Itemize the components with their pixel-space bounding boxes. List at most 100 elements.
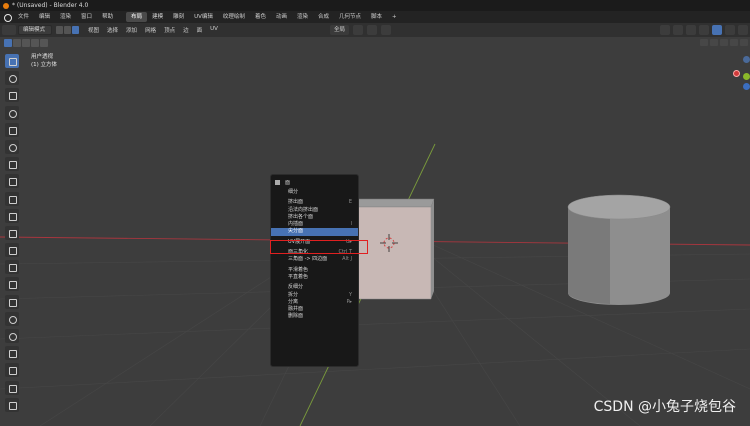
menu-file[interactable]: 文件 <box>13 11 34 23</box>
menu-item-subdivide[interactable]: 细分 <box>271 189 358 196</box>
menu-view[interactable]: 视图 <box>84 26 103 34</box>
gizmo-neg-z-icon[interactable] <box>743 83 750 90</box>
menu-vertex[interactable]: 顶点 <box>160 26 179 34</box>
title-bar: * (Unsaved) - Blender 4.0 <box>0 0 750 11</box>
smooth-tool-icon[interactable] <box>5 329 19 343</box>
rip-tool-icon[interactable] <box>5 397 19 412</box>
menu-add[interactable]: 添加 <box>122 26 141 34</box>
menu-item-shade-flat[interactable]: 平直着色 <box>271 274 358 281</box>
knife-tool-icon[interactable] <box>5 277 19 292</box>
select-box-tool-icon[interactable] <box>5 54 19 68</box>
editor-type-button[interactable] <box>2 25 16 35</box>
rotate-tool-icon[interactable] <box>5 105 19 120</box>
inset-tool-icon[interactable] <box>5 225 19 240</box>
gizmo-icon[interactable] <box>673 25 683 35</box>
blender-logo-icon <box>3 3 9 9</box>
cursor-tool-icon[interactable] <box>5 71 19 86</box>
solid-shading-icon[interactable] <box>712 25 722 35</box>
transform-tool-icon[interactable] <box>5 139 19 154</box>
snap-icon[interactable] <box>367 25 378 35</box>
menu-window[interactable]: 窗口 <box>76 11 97 23</box>
menu-item-extrude-along-normals[interactable]: 沿法向挤出面 <box>271 207 358 214</box>
gizmo-x-icon[interactable] <box>733 70 740 77</box>
tab-shading[interactable]: 着色 <box>250 12 271 22</box>
options-icon-2[interactable] <box>740 39 748 46</box>
menu-face[interactable]: 面 <box>193 26 207 34</box>
menu-item-split[interactable]: 拆分 Y <box>271 292 358 299</box>
edge-slide-tool-icon[interactable] <box>5 346 19 361</box>
menu-item-un-subdivide[interactable]: 反细分 <box>271 284 358 291</box>
tab-animation[interactable]: 动画 <box>271 12 292 22</box>
edge-select-icon[interactable] <box>64 26 72 34</box>
menu-mesh[interactable]: 网格 <box>141 26 160 34</box>
scale-tool-icon[interactable] <box>5 122 19 137</box>
poly-build-tool-icon[interactable] <box>5 294 19 309</box>
shrink-fatten-tool-icon[interactable] <box>5 363 19 378</box>
menu-render[interactable]: 渲染 <box>55 11 76 23</box>
select-intersect-icon[interactable] <box>40 39 48 47</box>
menu-item-shade-smooth[interactable]: 平滑着色 <box>271 267 358 274</box>
window-title: * (Unsaved) - Blender 4.0 <box>12 2 89 9</box>
mode-dropdown[interactable]: 编辑模式 <box>18 25 53 35</box>
shear-tool-icon[interactable] <box>5 380 19 395</box>
spin-tool-icon[interactable] <box>5 311 19 326</box>
navigation-gizmo[interactable] <box>730 50 750 96</box>
proportional-edit-icon[interactable] <box>381 25 392 35</box>
bevel-tool-icon[interactable] <box>5 243 19 258</box>
gizmo-y-icon[interactable] <box>743 56 750 63</box>
select-new-icon[interactable] <box>4 39 12 47</box>
menu-item-inset-faces[interactable]: 内插面 I <box>271 221 358 228</box>
mirror-z-icon[interactable] <box>720 39 728 46</box>
annotate-tool-icon[interactable] <box>5 157 19 172</box>
cylinder-object[interactable] <box>567 194 671 305</box>
gizmo-z-icon[interactable] <box>743 73 750 80</box>
xray-icon[interactable] <box>699 25 709 35</box>
material-shading-icon[interactable] <box>725 25 735 35</box>
select-subtract-icon[interactable] <box>22 39 30 47</box>
menu-uv[interactable]: UV <box>206 26 222 34</box>
tab-sculpting[interactable]: 雕刻 <box>168 12 189 22</box>
tab-layout[interactable]: 布局 <box>126 12 148 22</box>
move-tool-icon[interactable] <box>5 88 19 103</box>
tab-scripting[interactable]: 脚本 <box>366 12 387 22</box>
extrude-tool-icon[interactable] <box>5 208 19 223</box>
face-select-icon[interactable] <box>72 26 80 34</box>
menu-item-poke-faces[interactable]: 尖分面 <box>271 228 358 236</box>
viewport-info: 用户透视 (1) 立方体 <box>31 53 57 69</box>
add-workspace-button[interactable]: + <box>387 14 402 20</box>
overlay-icon[interactable] <box>686 25 696 35</box>
tab-texture-paint[interactable]: 纹理绘制 <box>218 12 250 22</box>
face-context-menu: 面 细分 挤出面 E 沿法向挤出面 挤出各个面 内插面 I 尖分面 UV展开面 U▸ … <box>270 174 359 367</box>
menu-help[interactable]: 帮助 <box>97 11 118 23</box>
select-extend-icon[interactable] <box>13 39 21 47</box>
menu-item-dissolve-faces[interactable]: 融并面 <box>271 306 358 313</box>
rendered-shading-icon[interactable] <box>738 25 748 35</box>
add-cube-tool-icon[interactable] <box>5 191 19 206</box>
mode-label: 编辑模式 <box>23 27 46 33</box>
tab-uv-editing[interactable]: UV编辑 <box>189 12 218 22</box>
vertex-select-icon[interactable] <box>56 26 64 34</box>
mirror-x-icon[interactable] <box>700 39 708 46</box>
mirror-y-icon[interactable] <box>710 39 718 46</box>
menu-item-delete-faces[interactable]: 删除面 <box>271 313 358 320</box>
menu-edit[interactable]: 编辑 <box>34 11 55 23</box>
tab-compositing[interactable]: 合成 <box>313 12 334 22</box>
menu-item-extrude-individual[interactable]: 挤出各个面 <box>271 214 358 221</box>
select-invert-icon[interactable] <box>31 39 39 47</box>
transform-orientation-dropdown[interactable]: 全局 <box>330 25 350 35</box>
loop-cut-tool-icon[interactable] <box>5 260 19 275</box>
blender-menu-icon[interactable] <box>0 11 13 23</box>
menu-edge[interactable]: 边 <box>179 26 193 34</box>
pivot-icon[interactable] <box>353 25 364 35</box>
menu-item-separate[interactable]: 分离 P▸ <box>271 299 358 306</box>
visibility-icon[interactable] <box>660 25 670 35</box>
menu-select[interactable]: 选择 <box>103 26 122 34</box>
menu-item-extrude-faces[interactable]: 挤出面 E <box>271 199 358 206</box>
tab-geometry-nodes[interactable]: 几何节点 <box>334 12 366 22</box>
viewport-3d[interactable] <box>0 49 750 426</box>
options-icon[interactable] <box>730 39 738 46</box>
menu-item-tris-to-quads[interactable]: 三角面 -> 四边面 Alt J <box>271 256 358 263</box>
tab-rendering[interactable]: 渲染 <box>292 12 313 22</box>
measure-tool-icon[interactable] <box>5 174 19 189</box>
tab-modeling[interactable]: 建模 <box>147 12 168 22</box>
